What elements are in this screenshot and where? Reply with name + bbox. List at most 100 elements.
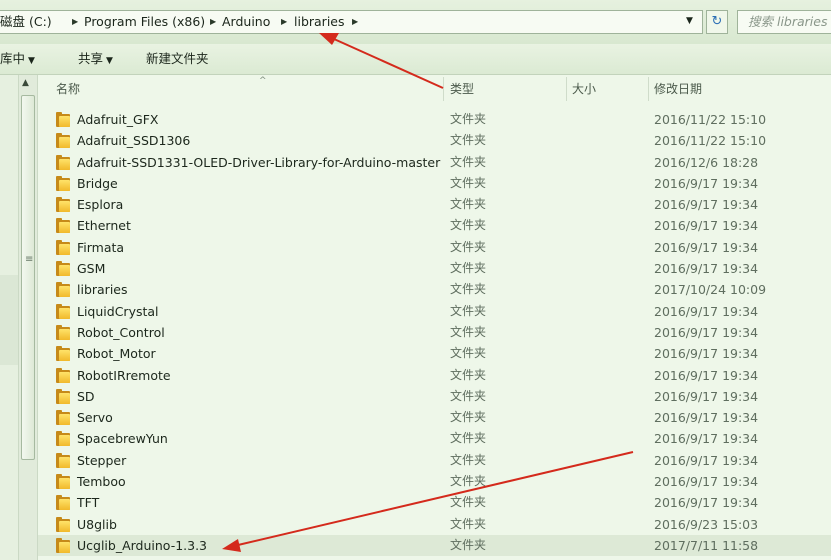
file-row[interactable]: Robot_Control 文件夹 2016/9/17 19:34: [38, 322, 831, 343]
folder-icon: [56, 218, 70, 234]
folder-icon: [56, 516, 70, 532]
file-type: 文件夹: [450, 537, 487, 552]
breadcrumb-libraries[interactable]: libraries: [294, 11, 345, 33]
file-date-modified: 2016/9/17 19:34: [654, 197, 759, 213]
file-row[interactable]: SD 文件夹 2016/9/17 19:34: [38, 386, 831, 407]
folder-icon: [56, 303, 70, 319]
file-name: Servo: [77, 410, 113, 426]
file-name: libraries: [77, 282, 128, 298]
folder-icon: [56, 324, 70, 340]
file-date-modified: 2016/11/22 15:10: [654, 112, 767, 127]
breadcrumb-arduino[interactable]: Arduino: [222, 11, 270, 33]
chevron-down-icon: ▼: [28, 56, 35, 66]
file-date-modified: 2016/9/17 19:34: [654, 303, 759, 319]
file-type: 文件夹: [450, 346, 487, 361]
search-input[interactable]: 搜索 libraries: [737, 10, 831, 34]
file-row[interactable]: SpacebrewYun 文件夹 2016/9/17 19:34: [38, 428, 831, 449]
column-divider[interactable]: [443, 77, 444, 101]
file-row[interactable]: GSM 文件夹 2016/9/17 19:34: [38, 258, 831, 279]
file-name: Adafruit_SSD1306: [77, 133, 191, 149]
file-row[interactable]: Adafruit_GFX 文件夹 2016/11/22 15:10: [38, 109, 831, 130]
file-row[interactable]: Firmata 文件夹 2016/9/17 19:34: [38, 237, 831, 258]
file-date-modified: 2016/9/17 19:34: [654, 175, 759, 191]
file-name: Esplora: [77, 197, 124, 213]
file-name: Ethernet: [77, 218, 131, 234]
file-row[interactable]: Temboo 文件夹 2016/9/17 19:34: [38, 471, 831, 492]
file-list: 名称 ^ 类型 大小 修改日期 Adafruit_GFX 文件夹 2016/11/2…: [38, 75, 831, 560]
file-type: 文件夹: [450, 388, 487, 403]
breadcrumb-separator-icon[interactable]: ▶: [210, 11, 216, 33]
folder-icon: [56, 388, 70, 404]
file-name: Robot_Motor: [77, 346, 156, 362]
scrollbar-thumb[interactable]: ≡: [21, 95, 35, 460]
file-row[interactable]: Robot_Motor 文件夹 2016/9/17 19:34: [38, 343, 831, 364]
file-name: Robot_Control: [77, 324, 165, 340]
file-type: 文件夹: [450, 133, 487, 148]
breadcrumb-separator-icon[interactable]: ▶: [281, 11, 287, 33]
file-type: 文件夹: [450, 282, 487, 297]
file-type: 文件夹: [450, 218, 487, 233]
folder-icon: [56, 452, 70, 468]
new-folder-button[interactable]: 新建文件夹: [146, 44, 209, 74]
folder-icon: [56, 197, 70, 213]
folder-icon: [56, 175, 70, 191]
file-row[interactable]: Ethernet 文件夹 2016/9/17 19:34: [38, 215, 831, 236]
file-row[interactable]: Stepper 文件夹 2016/9/17 19:34: [38, 450, 831, 471]
file-type: 文件夹: [450, 431, 487, 446]
include-in-library-label: 库中: [0, 51, 26, 66]
file-date-modified: 2017/10/24 10:09: [654, 282, 767, 298]
refresh-button[interactable]: ↻: [706, 10, 728, 34]
address-bar[interactable]: 磁盘 (C:) ▶ Program Files (x86) ▶ Arduino …: [0, 10, 703, 34]
file-row[interactable]: TFT 文件夹 2016/9/17 19:34: [38, 492, 831, 513]
file-row[interactable]: Adafruit_SSD1306 文件夹 2016/11/22 15:10: [38, 130, 831, 151]
folder-icon: [56, 410, 70, 426]
column-header-size[interactable]: 大小: [572, 75, 596, 103]
file-date-modified: 2016/9/17 19:34: [654, 239, 759, 255]
file-type: 文件夹: [450, 516, 487, 531]
folder-icon: [56, 367, 70, 383]
file-type: 文件夹: [450, 410, 487, 425]
file-row[interactable]: LiquidCrystal 文件夹 2016/9/17 19:34: [38, 301, 831, 322]
file-date-modified: 2016/9/17 19:34: [654, 346, 759, 362]
folder-icon: [56, 474, 70, 490]
file-row[interactable]: Esplora 文件夹 2016/9/17 19:34: [38, 194, 831, 215]
include-in-library-menu[interactable]: 库中 ▼: [0, 44, 35, 74]
file-row[interactable]: Bridge 文件夹 2016/9/17 19:34: [38, 173, 831, 194]
breadcrumb-separator-icon[interactable]: ▶: [72, 11, 78, 33]
column-header-type[interactable]: 类型: [450, 75, 474, 103]
file-row[interactable]: Adafruit-SSD1331-OLED-Driver-Library-for…: [38, 152, 831, 173]
file-date-modified: 2016/9/17 19:34: [654, 218, 759, 234]
breadcrumb-separator-icon[interactable]: ▶: [352, 11, 358, 33]
share-menu[interactable]: 共享 ▼: [78, 44, 113, 74]
file-name: Adafruit_GFX: [77, 112, 159, 127]
column-header-name-label: 名称: [56, 82, 81, 96]
file-row[interactable]: libraries 文件夹 2017/10/24 10:09: [38, 279, 831, 300]
file-row[interactable]: Ucglib_Arduino-1.3.3 文件夹 2017/7/11 11:58: [38, 534, 831, 557]
file-name: RobotIRremote: [77, 367, 171, 383]
file-type: 文件夹: [450, 154, 487, 169]
scroll-up-arrow-icon[interactable]: ▲: [22, 78, 29, 88]
folder-icon: [56, 537, 70, 553]
vertical-scrollbar[interactable]: ▲ ≡: [18, 75, 38, 560]
file-row[interactable]: RobotIRremote 文件夹 2016/9/17 19:34: [38, 365, 831, 386]
breadcrumb-drive-c[interactable]: 磁盘 (C:): [0, 11, 52, 33]
file-date-modified: 2016/9/17 19:34: [654, 388, 759, 404]
refresh-icon: ↻: [711, 14, 723, 29]
file-type: 文件夹: [450, 495, 487, 510]
file-type: 文件夹: [450, 367, 487, 382]
column-header-name[interactable]: 名称 ^: [56, 75, 446, 103]
file-date-modified: 2016/9/17 19:34: [654, 410, 759, 426]
file-date-modified: 2016/9/23 15:03: [654, 516, 759, 532]
column-divider[interactable]: [566, 77, 567, 101]
column-divider[interactable]: [648, 77, 649, 101]
file-name: Adafruit-SSD1331-OLED-Driver-Library-for…: [77, 154, 441, 170]
file-row[interactable]: U8glib 文件夹 2016/9/23 15:03: [38, 514, 831, 535]
address-history-dropdown-icon[interactable]: ▼: [686, 16, 693, 26]
file-date-modified: 2016/11/22 15:10: [654, 133, 767, 149]
column-header-date-modified[interactable]: 修改日期: [654, 75, 702, 103]
file-date-modified: 2016/9/17 19:34: [654, 261, 759, 277]
file-type: 文件夹: [450, 303, 487, 318]
chevron-down-icon: ▼: [106, 56, 113, 66]
file-row[interactable]: Servo 文件夹 2016/9/17 19:34: [38, 407, 831, 428]
breadcrumb-program-files[interactable]: Program Files (x86): [84, 11, 205, 33]
